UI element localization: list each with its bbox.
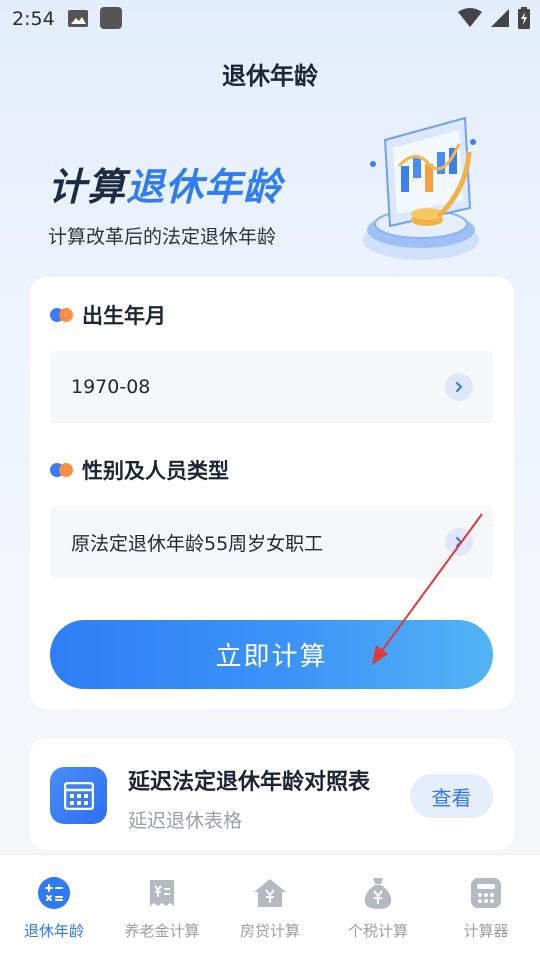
section-dots-icon	[50, 308, 74, 322]
birth-date-value: 1970-08	[71, 376, 151, 398]
chevron-right-icon	[445, 528, 473, 556]
tab-label: 退休年龄	[23, 922, 84, 940]
hero-title: 计算退休年龄	[48, 156, 282, 211]
status-icons	[458, 6, 530, 30]
birth-date-select[interactable]: 1970-08	[50, 351, 493, 423]
type-label: 性别及人员类型	[82, 459, 229, 483]
view-button[interactable]: 查看	[410, 774, 493, 818]
status-bar: 2:54	[0, 0, 540, 38]
page-title: 退休年龄	[222, 62, 318, 90]
type-section-label: 性别及人员类型	[50, 455, 229, 485]
wifi-icon	[458, 8, 482, 27]
tab-mortgage[interactable]: 房贷计算	[216, 855, 324, 960]
hero-title-blue: 退休年龄	[126, 165, 283, 209]
money-bag-icon	[360, 875, 396, 911]
birth-section-label: 出生年月	[50, 300, 166, 330]
comparison-table-title: 延迟法定退休年龄对照表	[128, 770, 371, 795]
tab-label: 个税计算	[347, 922, 408, 940]
keypad-icon	[468, 875, 504, 911]
person-type-value: 原法定退休年龄55周岁女职工	[71, 532, 324, 555]
comparison-table-subtitle: 延迟退休表格	[128, 810, 243, 832]
gallery-notification-icon	[68, 10, 88, 27]
status-time: 2:54	[12, 8, 55, 30]
person-type-select[interactable]: 原法定退休年龄55周岁女职工	[50, 506, 493, 578]
tab-label: 房贷计算	[239, 922, 300, 940]
app-notification-icon	[100, 7, 122, 29]
birth-label: 出生年月	[82, 304, 166, 328]
battery-icon	[518, 7, 530, 29]
tab-label: 计算器	[463, 922, 509, 940]
hero-title-dark: 计算	[48, 165, 127, 209]
section-dots-icon	[50, 463, 74, 477]
calculate-button[interactable]: 立即计算	[50, 620, 493, 689]
signal-icon	[491, 9, 509, 27]
tab-retirement-age[interactable]: 退休年龄	[0, 855, 108, 960]
chevron-right-icon	[445, 373, 473, 401]
receipt-yuan-icon	[144, 875, 180, 911]
house-yuan-icon	[252, 875, 288, 911]
calculator-icon	[36, 875, 72, 911]
tab-pension[interactable]: 养老金计算	[108, 855, 216, 960]
bottom-tab-bar: 退休年龄 养老金计算 房贷计算 个税计算 计算器	[0, 854, 540, 960]
table-calendar-icon	[50, 767, 107, 824]
tab-income-tax[interactable]: 个税计算	[324, 855, 432, 960]
hero-subtitle: 计算改革后的法定退休年龄	[48, 226, 277, 248]
stock-chart-illustration	[363, 116, 479, 260]
tab-label: 养老金计算	[124, 922, 200, 940]
tab-calculator[interactable]: 计算器	[432, 855, 540, 960]
